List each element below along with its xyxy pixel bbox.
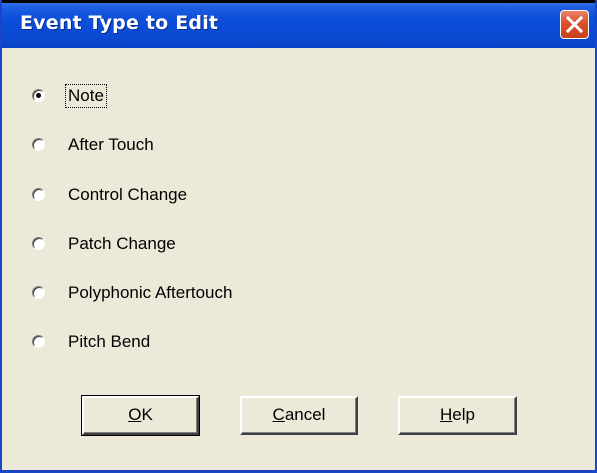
radio-option-control-change[interactable]: Control Change — [32, 183, 362, 209]
ok-mnemonic: O — [128, 405, 142, 424]
radio-selected-dot — [36, 93, 41, 98]
help-label-rest: elp — [452, 405, 475, 424]
radio-option-note[interactable]: Note — [32, 84, 362, 110]
radio-option-polyphonic-aftertouch[interactable]: Polyphonic Aftertouch — [32, 281, 362, 307]
event-type-dialog: Event Type to Edit Note After Touch Cont… — [0, 0, 597, 473]
radio-label[interactable]: Pitch Bend — [66, 331, 152, 353]
radio-label[interactable]: After Touch — [66, 134, 156, 156]
cancel-label-rest: ancel — [284, 405, 326, 424]
help-button[interactable]: Help — [398, 396, 517, 435]
radio-option-pitch-bend[interactable]: Pitch Bend — [32, 330, 362, 356]
radio-option-after-touch[interactable]: After Touch — [32, 133, 362, 159]
radio-button[interactable] — [32, 335, 45, 348]
close-button[interactable] — [560, 10, 589, 39]
radio-button[interactable] — [32, 286, 45, 299]
cancel-mnemonic: C — [272, 405, 285, 424]
radio-label[interactable]: Polyphonic Aftertouch — [66, 282, 234, 304]
ok-button[interactable]: OK — [81, 395, 200, 436]
close-icon — [566, 16, 583, 33]
radio-option-patch-change[interactable]: Patch Change — [32, 232, 362, 258]
radio-button[interactable] — [32, 138, 45, 151]
radio-label[interactable]: Control Change — [66, 184, 189, 206]
help-mnemonic: H — [440, 405, 453, 424]
title-bar[interactable]: Event Type to Edit — [2, 0, 595, 48]
window-title: Event Type to Edit — [20, 12, 219, 34]
radio-label[interactable]: Note — [65, 84, 107, 108]
cancel-button[interactable]: Cancel — [240, 396, 358, 435]
radio-button[interactable] — [32, 188, 45, 201]
radio-label[interactable]: Patch Change — [66, 233, 178, 255]
radio-button[interactable] — [32, 89, 45, 102]
radio-button[interactable] — [32, 237, 45, 250]
ok-label-rest: K — [141, 405, 153, 424]
